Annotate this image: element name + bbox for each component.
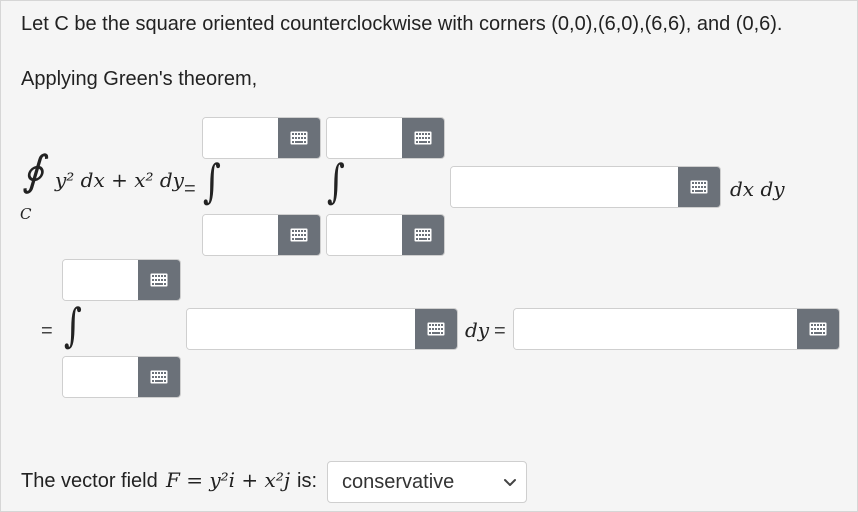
single-integral-sign: ∫ xyxy=(64,298,82,352)
keyboard-icon xyxy=(290,228,308,242)
keyboard-icon xyxy=(414,228,432,242)
keyboard-icon xyxy=(150,273,168,287)
inner-integral-sign: ∫ xyxy=(327,154,345,208)
keyboard-button[interactable] xyxy=(402,215,444,255)
keyboard-icon xyxy=(427,322,445,336)
select-value: conservative xyxy=(342,470,455,493)
single-lower-limit-field[interactable] xyxy=(62,356,181,398)
dy-label: dy xyxy=(465,318,490,342)
keyboard-icon xyxy=(150,370,168,384)
vector-field-expr: F = y²i + x²j xyxy=(166,468,291,492)
keyboard-button[interactable] xyxy=(678,167,720,207)
single-lower-limit-input[interactable] xyxy=(63,357,138,397)
keyboard-icon xyxy=(809,322,827,336)
double-integrand-input[interactable] xyxy=(451,167,678,207)
equals-sign-2: = xyxy=(41,320,53,342)
keyboard-icon xyxy=(690,180,708,194)
vector-field-suffix: is: xyxy=(297,470,317,492)
keyboard-button[interactable] xyxy=(138,357,180,397)
keyboard-button[interactable] xyxy=(402,118,444,158)
equals-sign-3: = xyxy=(494,320,506,342)
equals-sign-1: = xyxy=(184,178,196,200)
double-integrand-field[interactable] xyxy=(450,166,721,208)
inner-upper-limit-input[interactable] xyxy=(327,118,402,158)
vector-field-prefix: The vector field xyxy=(21,470,158,492)
outer-integral-sign: ∫ xyxy=(203,154,221,208)
problem-statement: Let C be the square oriented countercloc… xyxy=(21,13,783,35)
dxdy-label: dx dy xyxy=(730,177,785,201)
outer-lower-limit-field[interactable] xyxy=(202,214,321,256)
outer-lower-limit-input[interactable] xyxy=(203,215,278,255)
keyboard-button[interactable] xyxy=(278,215,320,255)
inner-lower-limit-input[interactable] xyxy=(327,215,402,255)
single-integrand-field[interactable] xyxy=(186,308,458,350)
keyboard-icon xyxy=(414,131,432,145)
inner-upper-limit-field[interactable] xyxy=(326,117,445,159)
single-integrand-input[interactable] xyxy=(187,309,415,349)
outer-upper-limit-input[interactable] xyxy=(203,118,278,158)
keyboard-button[interactable] xyxy=(278,118,320,158)
single-upper-limit-field[interactable] xyxy=(62,259,181,301)
lhs-integrand: y² dx + x² dy xyxy=(55,168,184,192)
keyboard-icon xyxy=(290,131,308,145)
inner-lower-limit-field[interactable] xyxy=(326,214,445,256)
single-upper-limit-input[interactable] xyxy=(63,260,138,300)
final-answer-input[interactable] xyxy=(514,309,797,349)
conservative-select[interactable]: conservative xyxy=(327,461,527,503)
keyboard-button[interactable] xyxy=(797,309,839,349)
outer-upper-limit-field[interactable] xyxy=(202,117,321,159)
keyboard-button[interactable] xyxy=(138,260,180,300)
contour-integral-sign: ∮ xyxy=(22,146,44,195)
chevron-down-icon xyxy=(504,479,516,486)
final-answer-field[interactable] xyxy=(513,308,840,350)
keyboard-button[interactable] xyxy=(415,309,457,349)
contour-subscript: C xyxy=(20,205,32,223)
applying-text: Applying Green's theorem, xyxy=(21,68,258,90)
